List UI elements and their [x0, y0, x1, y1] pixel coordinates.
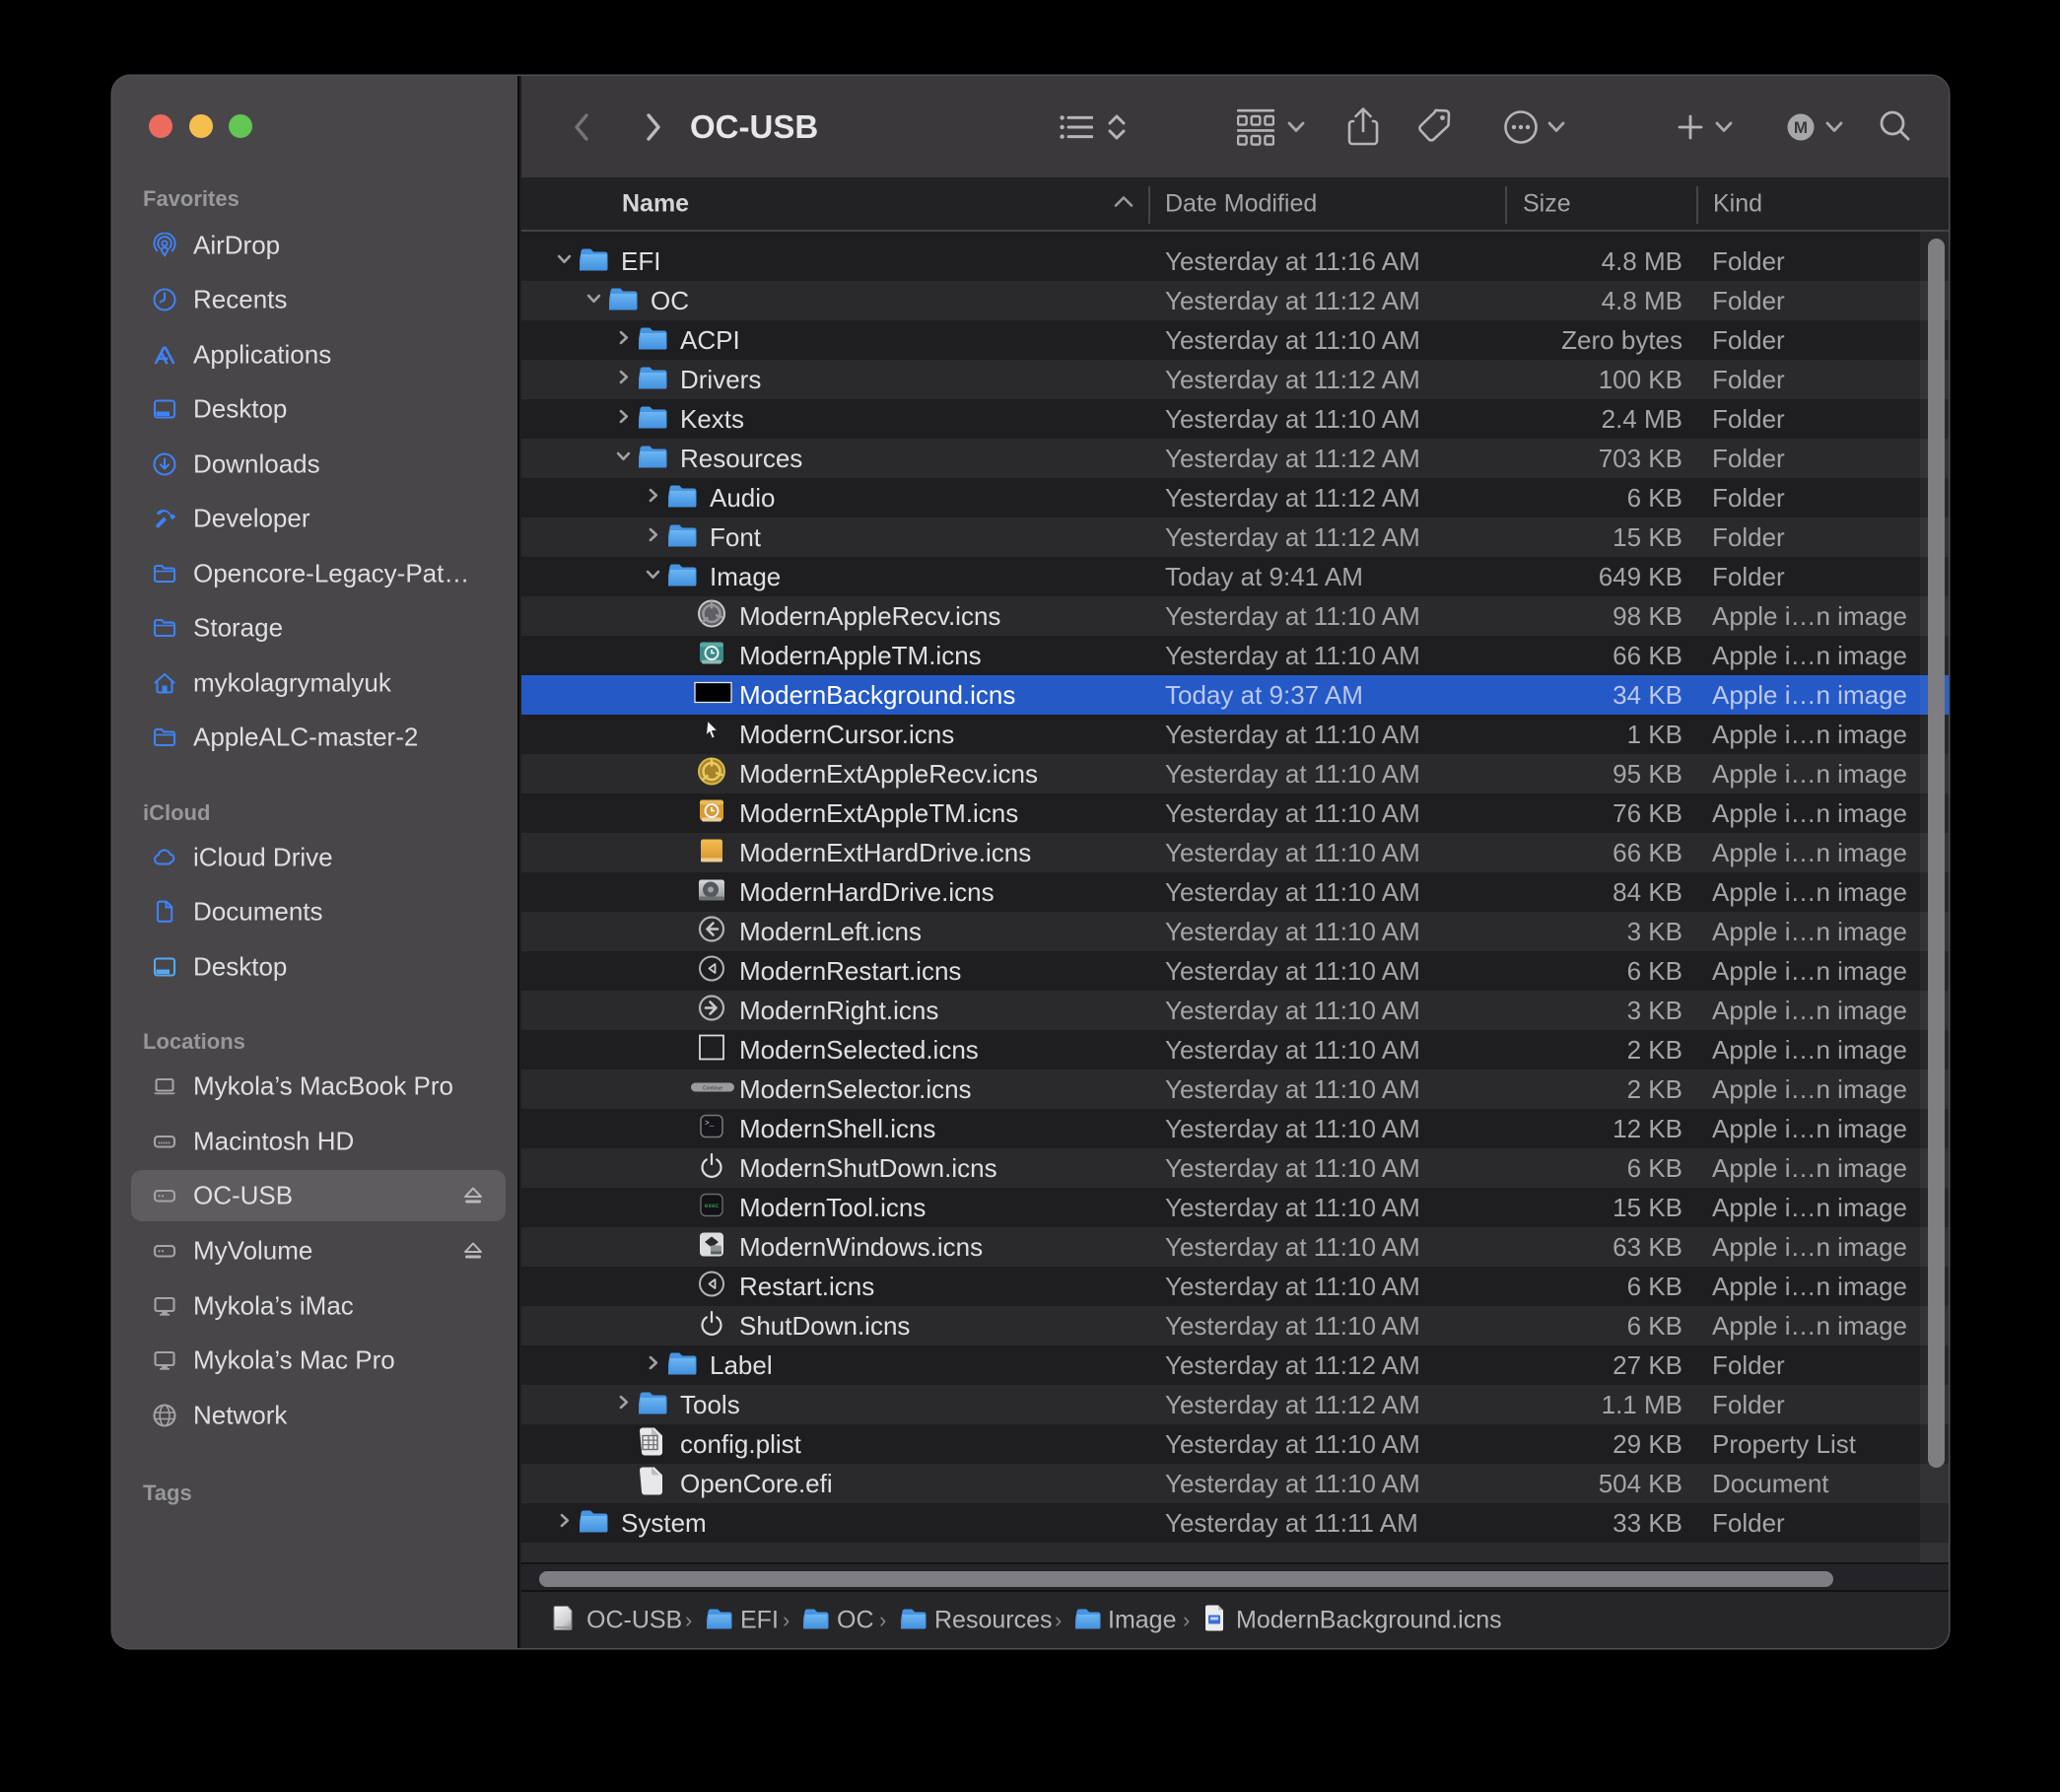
svg-text:>_: >_	[705, 1120, 715, 1129]
svg-text:M: M	[1794, 118, 1808, 137]
svg-text:Continue: Continue	[703, 1086, 722, 1092]
svg-text:exec: exec	[705, 1203, 720, 1209]
